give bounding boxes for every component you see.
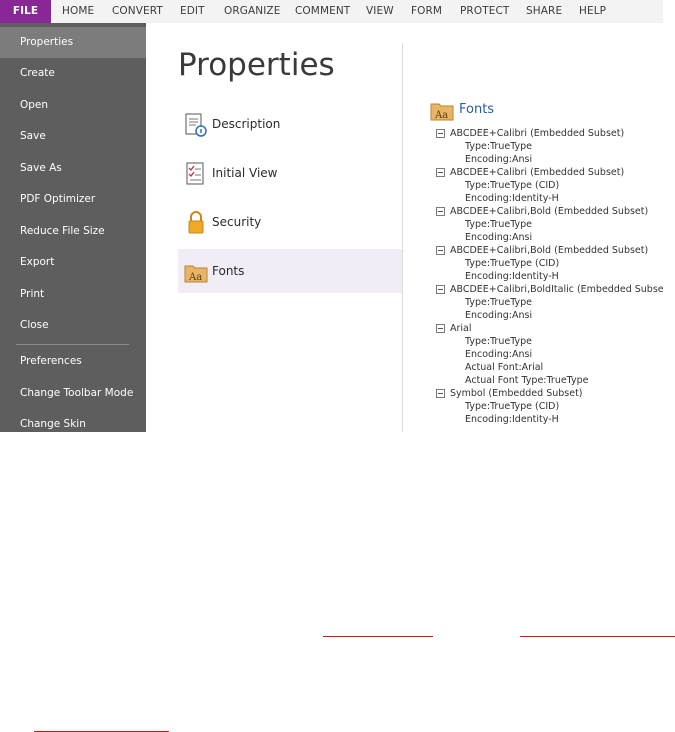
svg-text:Aa: Aa xyxy=(434,110,448,121)
font-property: Type:TrueType (CID) xyxy=(465,258,560,269)
panel-divider xyxy=(402,43,403,432)
menu-organize[interactable]: ORGANIZE xyxy=(224,0,280,23)
nav-fonts[interactable]: Aa Fonts xyxy=(178,249,403,293)
page-title: Properties xyxy=(178,47,335,83)
collapse-icon[interactable] xyxy=(436,389,445,398)
nav-description-label: Description xyxy=(212,117,281,131)
menu-home[interactable]: HOME xyxy=(62,0,94,23)
description-icon xyxy=(185,113,207,137)
sidebar-item-export[interactable]: Export xyxy=(0,247,146,278)
font-property: Encoding:Identity-H xyxy=(465,193,559,204)
svg-text:Aa: Aa xyxy=(188,272,202,283)
font-property: Encoding:Ansi xyxy=(465,154,533,165)
red-underline-mark xyxy=(323,636,433,637)
collapse-icon[interactable] xyxy=(436,129,445,138)
font-property: Type:TrueType xyxy=(465,219,533,230)
font-name: ABCDEE+Calibri,BoldItalic (Embedded Subs… xyxy=(450,284,663,295)
font-property: Encoding:Identity-H xyxy=(465,414,559,425)
initial-view-icon xyxy=(186,162,204,185)
font-property: Type:TrueType xyxy=(465,336,533,347)
font-property: Actual Font Type:TrueType xyxy=(465,375,589,386)
collapse-icon[interactable] xyxy=(436,207,445,216)
menu-share[interactable]: SHARE xyxy=(526,0,562,23)
menu-edit[interactable]: EDIT xyxy=(180,0,205,23)
font-name: ABCDEE+Calibri (Embedded Subset) xyxy=(450,167,625,178)
font-property: Type:TrueType xyxy=(465,297,533,308)
menu-help[interactable]: HELP xyxy=(579,0,606,23)
lock-icon xyxy=(188,211,204,234)
red-underline-mark xyxy=(520,636,675,637)
font-name: Symbol (Embedded Subset) xyxy=(450,388,583,399)
menu-comment[interactable]: COMMENT xyxy=(295,0,350,23)
menu-form[interactable]: FORM xyxy=(411,0,442,23)
sidebar-item-save[interactable]: Save xyxy=(0,121,146,152)
sidebar-item-change-skin[interactable]: Change Skin xyxy=(0,409,146,432)
menu-view[interactable]: VIEW xyxy=(366,0,394,23)
menu-convert[interactable]: CONVERT xyxy=(112,0,163,23)
sidebar-item-create[interactable]: Create xyxy=(0,58,146,89)
sidebar-item-close[interactable]: Close xyxy=(0,310,146,341)
font-property: Encoding:Ansi xyxy=(465,310,533,321)
sidebar-item-properties[interactable]: Properties xyxy=(0,27,146,58)
font-name: ABCDEE+Calibri,Bold (Embedded Subset) xyxy=(450,206,649,217)
font-name: Arial xyxy=(450,323,472,334)
nav-fonts-label: Fonts xyxy=(212,264,245,278)
sidebar-item-open[interactable]: Open xyxy=(0,90,146,121)
nav-security[interactable]: Security xyxy=(178,200,403,244)
font-property: Type:TrueType xyxy=(465,141,533,152)
properties-panel: Properties Description Initial View Secu… xyxy=(146,23,663,432)
sidebar-item-pdf-optimizer[interactable]: PDF Optimizer xyxy=(0,184,146,215)
nav-security-label: Security xyxy=(212,215,262,229)
font-property: Type:TrueType (CID) xyxy=(465,180,560,191)
font-property: Type:TrueType (CID) xyxy=(465,401,560,412)
collapse-icon[interactable] xyxy=(436,246,445,255)
sidebar-item-print[interactable]: Print xyxy=(0,279,146,310)
menu-protect[interactable]: PROTECT xyxy=(460,0,509,23)
collapse-icon[interactable] xyxy=(436,324,445,333)
file-sidebar: Properties Create Open Save Save As PDF … xyxy=(0,23,146,432)
font-property: Encoding:Ansi xyxy=(465,232,533,243)
nav-initial-view-label: Initial View xyxy=(212,166,278,180)
font-property: Actual Font:Arial xyxy=(465,362,544,373)
font-name: ABCDEE+Calibri,Bold (Embedded Subset) xyxy=(450,245,649,256)
fonts-header-label: Fonts xyxy=(459,102,495,117)
sidebar-divider xyxy=(16,344,129,345)
sidebar-item-save-as[interactable]: Save As xyxy=(0,153,146,184)
menu-file[interactable]: FILE xyxy=(0,0,51,23)
sidebar-item-reduce-file-size[interactable]: Reduce File Size xyxy=(0,216,146,247)
nav-description[interactable]: Description xyxy=(178,102,403,146)
sidebar-item-preferences[interactable]: Preferences xyxy=(0,346,146,377)
fonts-folder-icon: Aa xyxy=(430,103,454,121)
font-name: ABCDEE+Calibri (Embedded Subset) xyxy=(450,128,625,139)
collapse-icon[interactable] xyxy=(436,285,445,294)
menu-bar: FILE HOME CONVERT EDIT ORGANIZE COMMENT … xyxy=(0,0,663,24)
collapse-icon[interactable] xyxy=(436,168,445,177)
pdf-editor-window: FILE HOME CONVERT EDIT ORGANIZE COMMENT … xyxy=(0,0,663,432)
font-property: Encoding:Ansi xyxy=(465,349,533,360)
fonts-icon: Aa xyxy=(184,265,208,283)
nav-initial-view[interactable]: Initial View xyxy=(178,151,403,195)
sidebar-item-change-toolbar-mode[interactable]: Change Toolbar Mode xyxy=(0,378,146,409)
font-property: Encoding:Identity-H xyxy=(465,271,559,282)
